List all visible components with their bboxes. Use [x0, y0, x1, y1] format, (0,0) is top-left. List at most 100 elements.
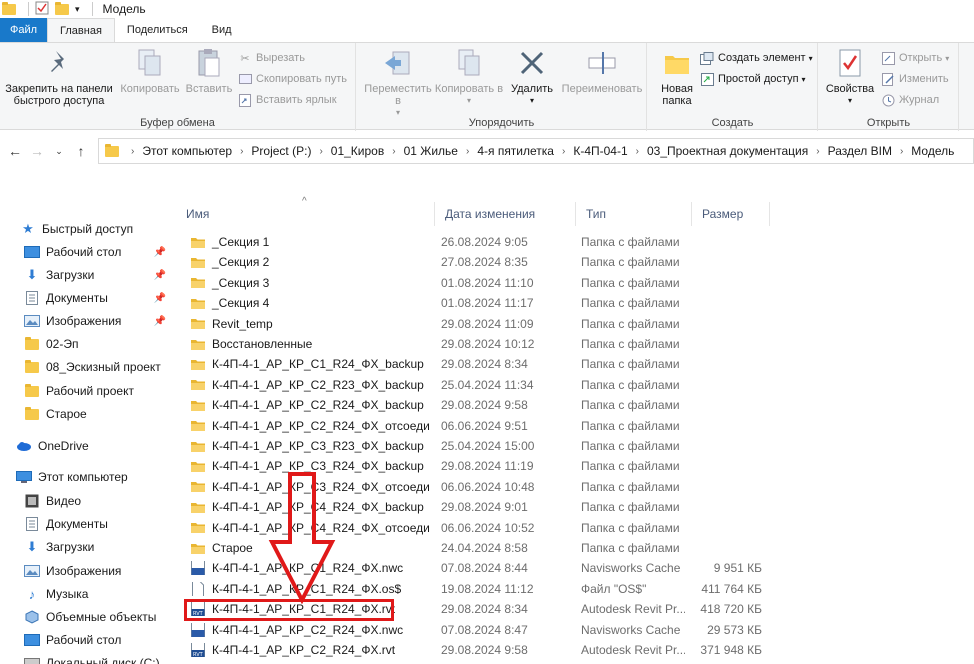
new-folder-quick-icon[interactable]	[55, 1, 69, 15]
nav-downloads[interactable]: ⬇ Загрузки 📌	[24, 264, 200, 286]
properties-quick-icon[interactable]	[35, 1, 49, 18]
nav-pc-documents[interactable]: Документы	[24, 513, 200, 535]
up-arrow-icon[interactable]: ↑	[70, 140, 92, 162]
move-to-button[interactable]: Переместить в ▾	[361, 47, 435, 119]
chevron-down-icon[interactable]: ▾	[75, 4, 80, 15]
nav-pictures[interactable]: Изображения 📌	[24, 310, 200, 332]
chevron-right-icon[interactable]: ›	[240, 146, 243, 157]
column-header-name[interactable]: Имя	[176, 202, 435, 226]
file-row[interactable]: Revit_temp 29.08.2024 11:09 Папка с файлам…	[184, 314, 774, 334]
breadcrumb-item[interactable]: Модель	[911, 144, 954, 158]
column-header-date[interactable]: Дата изменения	[435, 202, 576, 226]
nav-video[interactable]: Видео	[24, 490, 200, 512]
breadcrumb-item[interactable]: 03_Проектная документация	[647, 144, 808, 158]
file-name-cell[interactable]: _Секция 4	[190, 296, 430, 310]
file-name-cell[interactable]: К-4П-4-1_АР_КР_С4_R24_ФХ_backup	[190, 500, 430, 514]
chevron-right-icon[interactable]: ›	[816, 146, 819, 157]
breadcrumb-item[interactable]: Раздел BIM	[828, 144, 892, 158]
chevron-right-icon[interactable]: ›	[636, 146, 639, 157]
easy-access-button[interactable]: Простой доступ ▾	[700, 70, 806, 88]
file-row[interactable]: RVT К-4П-4-1_АР_КР_С1_R24_ФХ.rvt 29.08.202…	[184, 599, 774, 622]
file-row[interactable]: К-4П-4-1_АР_КР_С2_R23_ФХ_backup 25.04.202…	[184, 375, 774, 395]
breadcrumb-item[interactable]: К-4П-04-1	[573, 144, 627, 158]
column-header-size[interactable]: Размер	[692, 202, 770, 226]
file-row[interactable]: К-4П-4-1_АР_КР_С1_R24_ФХ.os$ 19.08.2024 1…	[184, 579, 774, 599]
nav-onedrive[interactable]: OneDrive	[16, 435, 192, 457]
copy-path-button[interactable]: Скопировать путь	[238, 70, 347, 88]
file-row[interactable]: _Секция 2 27.08.2024 8:35 Папка с файлами	[184, 252, 774, 272]
nav-quick-access[interactable]: ★ Быстрый доступ	[20, 218, 196, 240]
file-row[interactable]: _Секция 3 01.08.2024 11:10 Папка с файлами	[184, 273, 774, 293]
file-row[interactable]: К-4П-4-1_АР_КР_С2_R24_ФХ.nwc 07.08.2024 8…	[184, 620, 774, 640]
column-header-type[interactable]: Тип	[576, 202, 692, 226]
file-name-cell[interactable]: К-4П-4-1_АР_КР_С3_R24_ФХ_backup	[190, 459, 430, 473]
file-row[interactable]: К-4П-4-1_АР_КР_С2_R24_ФХ_backup 29.08.202…	[184, 395, 774, 415]
breadcrumb-item[interactable]: Project (P:)	[251, 144, 311, 158]
properties-button[interactable]: Свойства ▾	[823, 47, 877, 107]
file-row[interactable]: К-4П-4-1_АР_КР_С4_R24_ФХ_backup 29.08.202…	[184, 497, 774, 517]
back-arrow-icon[interactable]: ←	[4, 140, 26, 162]
tab-share[interactable]: Поделиться	[115, 18, 200, 42]
tab-view[interactable]: Вид	[200, 18, 244, 42]
file-name-cell[interactable]: Старое	[190, 541, 430, 555]
nav-pc-pictures[interactable]: Изображения	[24, 560, 200, 582]
nav-pc-desktop[interactable]: Рабочий стол	[24, 629, 200, 651]
rename-button[interactable]: Переименовать	[557, 47, 647, 95]
chevron-right-icon[interactable]: ›	[319, 146, 322, 157]
nav-documents[interactable]: Документы 📌	[24, 287, 200, 309]
file-row[interactable]: _Секция 4 01.08.2024 11:17 Папка с файлами	[184, 293, 774, 313]
file-row[interactable]: К-4П-4-1_АР_КР_С3_R24_ФХ_отсоедине... 06.…	[184, 477, 774, 497]
file-name-cell[interactable]: К-4П-4-1_АР_КР_С3_R23_ФХ_backup	[190, 439, 430, 453]
file-name-cell[interactable]: К-4П-4-1_АР_КР_С1_R24_ФХ.os$	[190, 581, 430, 596]
nav-this-pc[interactable]: Этот компьютер	[16, 466, 192, 488]
new-folder-button[interactable]: Новая папка	[652, 47, 702, 107]
nav-folder-sketch[interactable]: 08_Эскизный проект	[24, 356, 200, 378]
file-row[interactable]: К-4П-4-1_АР_КР_С3_R23_ФХ_backup 25.04.202…	[184, 436, 774, 456]
history-button[interactable]: Журнал	[881, 91, 939, 109]
file-name-cell[interactable]: RVT К-4П-4-1_АР_КР_С2_R24_ФХ.rvt	[190, 643, 430, 657]
chevron-right-icon[interactable]: ›	[562, 146, 565, 157]
breadcrumb-item[interactable]: 01 Жилье	[404, 144, 458, 158]
nav-folder-02-ep[interactable]: 02-Эп	[24, 333, 200, 355]
file-row[interactable]: RVT К-4П-4-1_АР_КР_С2_R24_ФХ.rvt 29.08.202…	[184, 640, 774, 660]
breadcrumb[interactable]: › Этот компьютер › Project (P:) › 01_Кир…	[98, 138, 974, 164]
forward-arrow-icon[interactable]: →	[26, 140, 48, 162]
file-row[interactable]: Старое 24.04.2024 8:58 Папка с файлами	[184, 538, 774, 558]
pin-icon[interactable]: 📌	[154, 293, 166, 304]
nav-music[interactable]: ♪ Музыка	[24, 583, 200, 605]
paste-shortcut-button[interactable]: Вставить ярлык	[238, 91, 337, 109]
paste-button[interactable]: Вставить	[184, 47, 234, 95]
pin-icon[interactable]: 📌	[154, 316, 166, 327]
copy-button[interactable]: Копировать	[118, 47, 182, 95]
nav-3d-objects[interactable]: Объемные объекты	[24, 606, 200, 628]
file-name-cell[interactable]: Восстановленные	[190, 337, 430, 351]
file-name-cell[interactable]: К-4П-4-1_АР_КР_С2_R23_ФХ_backup	[190, 378, 430, 392]
file-row[interactable]: К-4П-4-1_АР_КР_С2_R24_ФХ_отсоедине... 06.…	[184, 416, 774, 436]
file-name-cell[interactable]: Revit_temp	[190, 317, 430, 331]
file-name-cell[interactable]: К-4П-4-1_АР_КР_С2_R24_ФХ_backup	[190, 398, 430, 412]
cut-button[interactable]: ✂ Вырезать	[238, 49, 305, 67]
file-name-cell[interactable]: _Секция 2	[190, 255, 430, 269]
file-row[interactable]: К-4П-4-1_АР_КР_С4_R24_ФХ_отсоедине... 06.…	[184, 518, 774, 538]
copy-to-button[interactable]: Копировать в ▾	[433, 47, 505, 107]
file-name-cell[interactable]: К-4П-4-1_АР_КР_С4_R24_ФХ_отсоедине...	[190, 521, 430, 535]
file-name-cell[interactable]: К-4П-4-1_АР_КР_С2_R24_ФХ.nwc	[190, 622, 430, 637]
nav-pc-downloads[interactable]: ⬇ Загрузки	[24, 536, 200, 558]
breadcrumb-item[interactable]: 4-я пятилетка	[477, 144, 554, 158]
recent-locations-chevron-icon[interactable]: ⌄	[48, 140, 70, 162]
file-name-cell[interactable]: К-4П-4-1_АР_КР_С1_R24_ФХ.nwc	[190, 561, 430, 576]
file-row[interactable]: Восстановленные 29.08.2024 10:12 Папка с ф…	[184, 334, 774, 354]
edit-button[interactable]: Изменить	[881, 70, 949, 88]
chevron-right-icon[interactable]: ›	[466, 146, 469, 157]
file-row[interactable]: _Секция 1 26.08.2024 9:05 Папка с файлами	[184, 232, 774, 252]
tab-home[interactable]: Главная	[47, 18, 115, 42]
nav-local-disk[interactable]: Локальный диск (C:)	[24, 652, 200, 664]
nav-folder-old[interactable]: Старое	[24, 403, 200, 425]
chevron-right-icon[interactable]: ›	[392, 146, 395, 157]
chevron-right-icon[interactable]: ›	[131, 146, 134, 157]
open-button[interactable]: Открыть ▾	[881, 49, 949, 67]
file-row[interactable]: К-4П-4-1_АР_КР_С1_R24_ФХ.nwc 07.08.2024 8…	[184, 558, 774, 578]
file-name-cell[interactable]: К-4П-4-1_АР_КР_С3_R24_ФХ_отсоедине...	[190, 480, 430, 494]
file-row[interactable]: К-4П-4-1_АР_КР_С1_R24_ФХ_backup 29.08.202…	[184, 354, 774, 374]
delete-button[interactable]: Удалить ▾	[507, 47, 557, 107]
